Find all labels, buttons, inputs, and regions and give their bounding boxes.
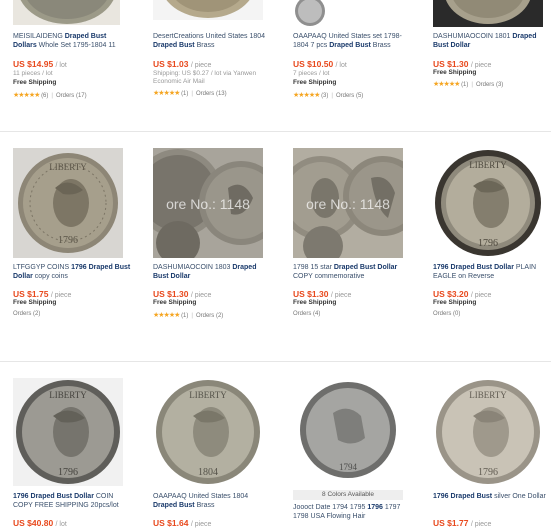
star-rating-icon: ★★★★★	[433, 81, 460, 88]
free-shipping-label: Free Shipping	[293, 299, 337, 306]
product-title[interactable]: MEISILAIDENG Draped Bust Dollars Whole S…	[13, 32, 131, 50]
svg-text:1796: 1796	[478, 238, 498, 249]
product-title[interactable]: OAAPAAQ United States set 1798-1804 7 pc…	[293, 32, 411, 50]
product-price: US $1.30 / piece	[433, 59, 492, 69]
product-title[interactable]: 1798 15 star Draped Bust Dollar COPY com…	[293, 263, 411, 281]
svg-text:1804: 1804	[198, 467, 218, 478]
store-watermark: ore No.: 1148	[166, 196, 250, 212]
product-price: US $1.75 / piece	[13, 289, 72, 299]
orders-count[interactable]: Orders (2)	[13, 311, 40, 317]
free-shipping-label: Free Shipping	[293, 79, 337, 86]
product-title[interactable]: Joooct Date 1794 1795 1796 1797 1798 USA…	[293, 503, 411, 521]
rating-orders: ★★★★★ (1) | Orders (2)	[153, 312, 224, 319]
product-price: US $10.50 / lot	[293, 59, 347, 69]
free-shipping-label: Free Shipping	[433, 69, 477, 76]
svg-text:LIBERTY: LIBERTY	[189, 390, 227, 400]
star-rating-icon: ★★★★★	[153, 312, 180, 319]
free-shipping-label: Free Shipping	[13, 299, 57, 306]
lot-info: 7 pieces / lot	[293, 70, 330, 77]
rating-orders: ★★★★★ (1) | Orders (13)	[153, 90, 227, 97]
colors-available-badge: 8 Colors Available	[293, 490, 403, 500]
product-price: US $1.30 / piece	[153, 289, 212, 299]
product-image[interactable]: LIBERTY 1796	[13, 148, 123, 258]
product-title[interactable]: 1796 Draped Bust silver One Dollar	[433, 492, 551, 501]
product-price: US $14.95 / lot	[13, 59, 67, 69]
svg-text:LIBERTY: LIBERTY	[49, 390, 87, 400]
free-shipping-label: Free Shipping	[13, 79, 57, 86]
rating-orders: ★★★★★ (1) | Orders (3)	[433, 81, 504, 88]
product-image[interactable]: 1794	[293, 378, 403, 486]
shipping-cost: Shipping: US $0.27 / lot via Yanwen Econ…	[153, 70, 257, 85]
free-shipping-label: Free Shipping	[153, 299, 197, 306]
svg-text:LIBERTY: LIBERTY	[469, 390, 507, 400]
product-title[interactable]: LTFGGYP COINS 1796 Draped Bust Dollar co…	[13, 263, 131, 281]
svg-text:1796: 1796	[58, 467, 78, 478]
rating-orders: ★★★★★ (6) | Orders (17)	[13, 92, 87, 99]
svg-text:LIBERTY: LIBERTY	[469, 160, 507, 170]
orders-count[interactable]: Orders (0)	[433, 311, 460, 317]
product-price: US $1.30 / piece	[293, 289, 352, 299]
product-title[interactable]: OAAPAAQ United States 1804 Draped Bust B…	[153, 492, 271, 510]
free-shipping-label: Free Shipping	[433, 299, 477, 306]
product-price: US $3.20 / piece	[433, 289, 492, 299]
product-image[interactable]: LIBERTY 1796	[433, 378, 543, 486]
star-rating-icon: ★★★★★	[13, 92, 40, 99]
product-row-2: LIBERTY 1796 ore No.: 1148 ore No.: 1148	[0, 132, 551, 362]
product-title[interactable]: DASHUMIAOCOIN 1801 Draped Bust Dollar	[433, 32, 551, 50]
svg-text:1796: 1796	[58, 235, 78, 246]
product-image[interactable]	[13, 0, 120, 25]
svg-text:1794: 1794	[339, 462, 358, 472]
product-image[interactable]: ore No.: 1148	[293, 148, 403, 258]
product-image[interactable]: LIBERTY 1796	[433, 148, 543, 258]
product-title[interactable]: DesertCreations United States 1804 Drape…	[153, 32, 271, 50]
product-image[interactable]	[433, 0, 543, 27]
lot-info: 11 pieces / lot	[13, 70, 53, 77]
product-image[interactable]: ore No.: 1148	[153, 148, 263, 258]
product-title[interactable]: 1796 Draped Bust Dollar COIN COPY FREE S…	[13, 492, 131, 510]
star-rating-icon: ★★★★★	[293, 92, 320, 99]
product-row-3: LIBERTY 1796 LIBERTY 1804 1794 LIBERTY 1…	[0, 362, 551, 528]
product-title[interactable]: DASHUMIAOCOIN 1803 Draped Bust Dollar	[153, 263, 271, 281]
product-image[interactable]	[153, 0, 263, 20]
product-price: US $1.03 / piece	[153, 59, 212, 69]
product-image[interactable]	[293, 0, 328, 27]
orders-count[interactable]: Orders (4)	[293, 311, 320, 317]
product-image[interactable]: LIBERTY 1796	[13, 378, 123, 486]
product-row-1: MEISILAIDENG Draped Bust Dollars Whole S…	[0, 0, 551, 132]
product-image[interactable]: LIBERTY 1804	[153, 378, 263, 486]
star-rating-icon: ★★★★★	[153, 90, 180, 97]
svg-text:1796: 1796	[478, 467, 498, 478]
svg-text:LIBERTY: LIBERTY	[49, 162, 87, 172]
store-watermark: ore No.: 1148	[306, 196, 390, 212]
rating-orders: ★★★★★ (3) | Orders (5)	[293, 92, 364, 99]
product-title[interactable]: 1796 Draped Bust Dollar PLAIN EAGLE on R…	[433, 263, 551, 281]
